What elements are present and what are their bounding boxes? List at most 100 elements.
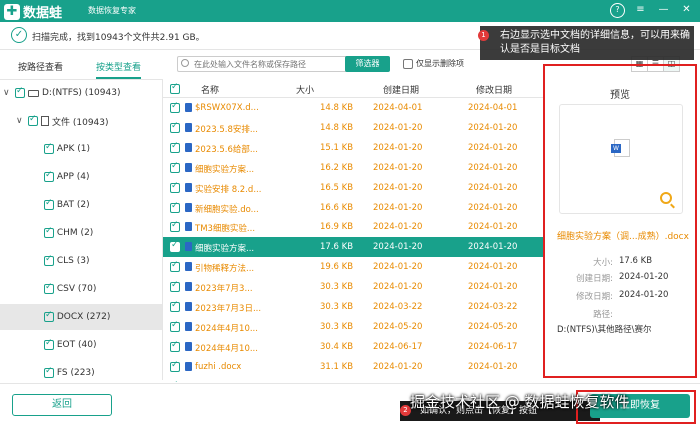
row-checkbox[interactable] (170, 161, 180, 173)
tree-item-label: APK (1) (56, 144, 90, 154)
tree-checkbox[interactable] (44, 254, 54, 266)
cell-size: 30.4 KB (320, 341, 354, 352)
file-list: $RSWX07X.d... 14.8 KB 2024-04-01 2024-04-01… (163, 98, 543, 382)
cell-created: 2024-01-20 (373, 282, 423, 293)
cell-modified: 2024-01-20 (468, 262, 518, 273)
tree-checkbox[interactable] (15, 86, 25, 98)
tree-root-drive[interactable]: ∨ D:(NTFS) (10943) (0, 80, 162, 106)
table-row[interactable]: 2024年4月10... 30.3 KB 2024-05-20 2024-05-20 (163, 317, 543, 337)
tree-checkbox[interactable] (44, 226, 54, 238)
cell-modified: 2024-01-20 (468, 222, 518, 233)
path-value: D:(NTFS)\其他路径\赛尔 (557, 325, 652, 335)
only-deleted-toggle[interactable]: 仅显示删除项 (403, 58, 464, 69)
cell-size: 31.1 KB (320, 361, 354, 372)
tree-item-bat[interactable]: BAT (2) (0, 192, 162, 218)
table-row[interactable]: TM3细胞实验... 16.9 KB 2024-01-20 2024-01-20 (163, 217, 543, 237)
preview-thumbnail (559, 104, 683, 214)
only-deleted-label: 仅显示删除项 (416, 59, 464, 68)
table-row[interactable]: 细胞实验方案... 17.6 KB 2024-01-20 2024-01-20 (163, 237, 543, 258)
table-row[interactable]: $RMVNLOZ.d...31.2 KB2024-06-262024-06-26 (163, 377, 543, 382)
menu-icon[interactable]: ≡ (633, 3, 648, 18)
cell-created: 2024-01-20 (373, 242, 423, 253)
help-icon[interactable]: ? (610, 3, 625, 18)
table-row[interactable]: 实验安排 8.2.d... 16.5 KB 2024-01-20 2024-01-20 (163, 178, 543, 198)
tree-checkbox[interactable] (44, 142, 54, 154)
tree-item-fs[interactable]: FS (223) (0, 360, 162, 380)
tree-item-cls[interactable]: CLS (3) (0, 248, 162, 274)
tab-by-path[interactable]: 按路径查看 (18, 60, 63, 73)
search-box[interactable] (177, 56, 355, 72)
cell-created: 2024-06-17 (373, 341, 423, 352)
tree-folder[interactable]: ∨ 文件 (10943) (0, 108, 162, 134)
only-deleted-checkbox[interactable] (403, 58, 413, 69)
minimize-icon[interactable]: — (656, 3, 671, 18)
tree-checkbox[interactable] (44, 338, 54, 350)
table-row[interactable]: 引物稀释方法... 19.6 KB 2024-01-20 2024-01-20 (163, 257, 543, 277)
table-header: 名称 大小 创建日期 修改日期 (163, 80, 543, 98)
tree-item-label: CLS (3) (56, 256, 90, 266)
table-row[interactable]: 新细胞实验.do... 16.6 KB 2024-01-20 2024-01-20 (163, 198, 543, 218)
cell-created: 2024-01-20 (373, 202, 423, 213)
cell-created: 2024-01-20 (373, 122, 423, 133)
tree-item-label: BAT (2) (56, 200, 90, 210)
table-row[interactable]: 2023年7月3日... 30.3 KB 2024-03-22 2024-03-22 (163, 297, 543, 317)
row-checkbox[interactable] (170, 181, 180, 193)
cell-size: 16.2 KB (320, 162, 354, 173)
row-checkbox[interactable] (170, 240, 180, 253)
row-checkbox[interactable] (170, 101, 180, 113)
tree-item-eot[interactable]: EOT (40) (0, 332, 162, 358)
row-checkbox[interactable] (170, 141, 180, 153)
cell-modified: 2024-04-01 (468, 103, 518, 113)
tree-checkbox[interactable] (28, 114, 38, 126)
created-value: 2024-01-20 (619, 272, 669, 282)
row-checkbox[interactable] (170, 220, 180, 233)
row-checkbox[interactable] (170, 260, 180, 273)
table-row[interactable]: 2023.5.8安排... 14.8 KB 2024-01-20 2024-01-20 (163, 118, 543, 138)
tab-by-type[interactable]: 按类型查看 (96, 60, 142, 79)
tree-item-app[interactable]: APP (4) (0, 164, 162, 190)
table-row[interactable]: $RSWX07X.d... 14.8 KB 2024-04-01 2024-04-01 (163, 98, 543, 118)
tree-checkbox[interactable] (44, 198, 54, 210)
row-checkbox[interactable] (170, 300, 180, 312)
back-button[interactable]: 返回 (12, 394, 112, 416)
row-checkbox[interactable] (170, 360, 180, 372)
tree-item-label: DOCX (272) (56, 312, 111, 322)
filter-button[interactable]: 筛选器 (345, 56, 390, 72)
check-circle-icon: ✓ (11, 27, 27, 43)
column-modified[interactable]: 修改日期 (476, 83, 512, 96)
chevron-down-icon[interactable]: ∨ (3, 88, 15, 98)
tree-checkbox[interactable] (44, 366, 54, 378)
search-input[interactable] (194, 58, 352, 70)
close-icon[interactable]: ✕ (679, 3, 694, 18)
tree-checkbox[interactable] (44, 170, 54, 182)
tree-checkbox[interactable] (44, 310, 54, 322)
row-checkbox[interactable] (170, 121, 180, 133)
column-created[interactable]: 创建日期 (383, 83, 419, 96)
app-logo: ✚ 数据蛙 (4, 2, 62, 21)
tree-item-csv[interactable]: CSV (70) (0, 276, 162, 302)
row-checkbox[interactable] (170, 320, 180, 332)
cell-modified: 2024-01-20 (468, 242, 518, 253)
preview-file-name: 细胞实验方案（调...成熟）.docx (557, 232, 689, 242)
magnifier-icon[interactable] (660, 192, 672, 204)
app-subtitle: 数据恢复专家 (88, 6, 136, 15)
table-row[interactable]: 2023年7月3... 30.3 KB 2024-01-20 2024-01-20 (163, 277, 543, 297)
cell-modified: 2024-01-20 (468, 202, 518, 213)
row-checkbox[interactable] (170, 201, 180, 213)
table-row[interactable]: fuzhi .docx 31.1 KB 2024-01-20 2024-01-20 (163, 357, 543, 377)
table-row[interactable]: 2024年4月10... 30.4 KB 2024-06-17 2024-06-17 (163, 337, 543, 357)
tree-item-apk[interactable]: APK (1) (0, 136, 162, 162)
row-checkbox[interactable] (170, 340, 180, 352)
tree-checkbox[interactable] (44, 282, 54, 294)
chevron-down-icon[interactable]: ∨ (16, 116, 28, 126)
row-checkbox[interactable] (170, 280, 180, 293)
cell-size: 19.6 KB (320, 262, 354, 273)
column-size[interactable]: 大小 (296, 83, 314, 96)
column-name[interactable]: 名称 (201, 83, 219, 96)
word-file-icon (185, 361, 192, 371)
tree-item-docx[interactable]: DOCX (272) (0, 304, 162, 330)
select-all-checkbox[interactable] (170, 82, 180, 94)
tree-item-chm[interactable]: CHM (2) (0, 220, 162, 246)
table-row[interactable]: 细胞实验方案... 16.2 KB 2024-01-20 2024-01-20 (163, 158, 543, 178)
table-row[interactable]: 2023.5.6给部... 15.1 KB 2024-01-20 2024-01-20 (163, 138, 543, 158)
